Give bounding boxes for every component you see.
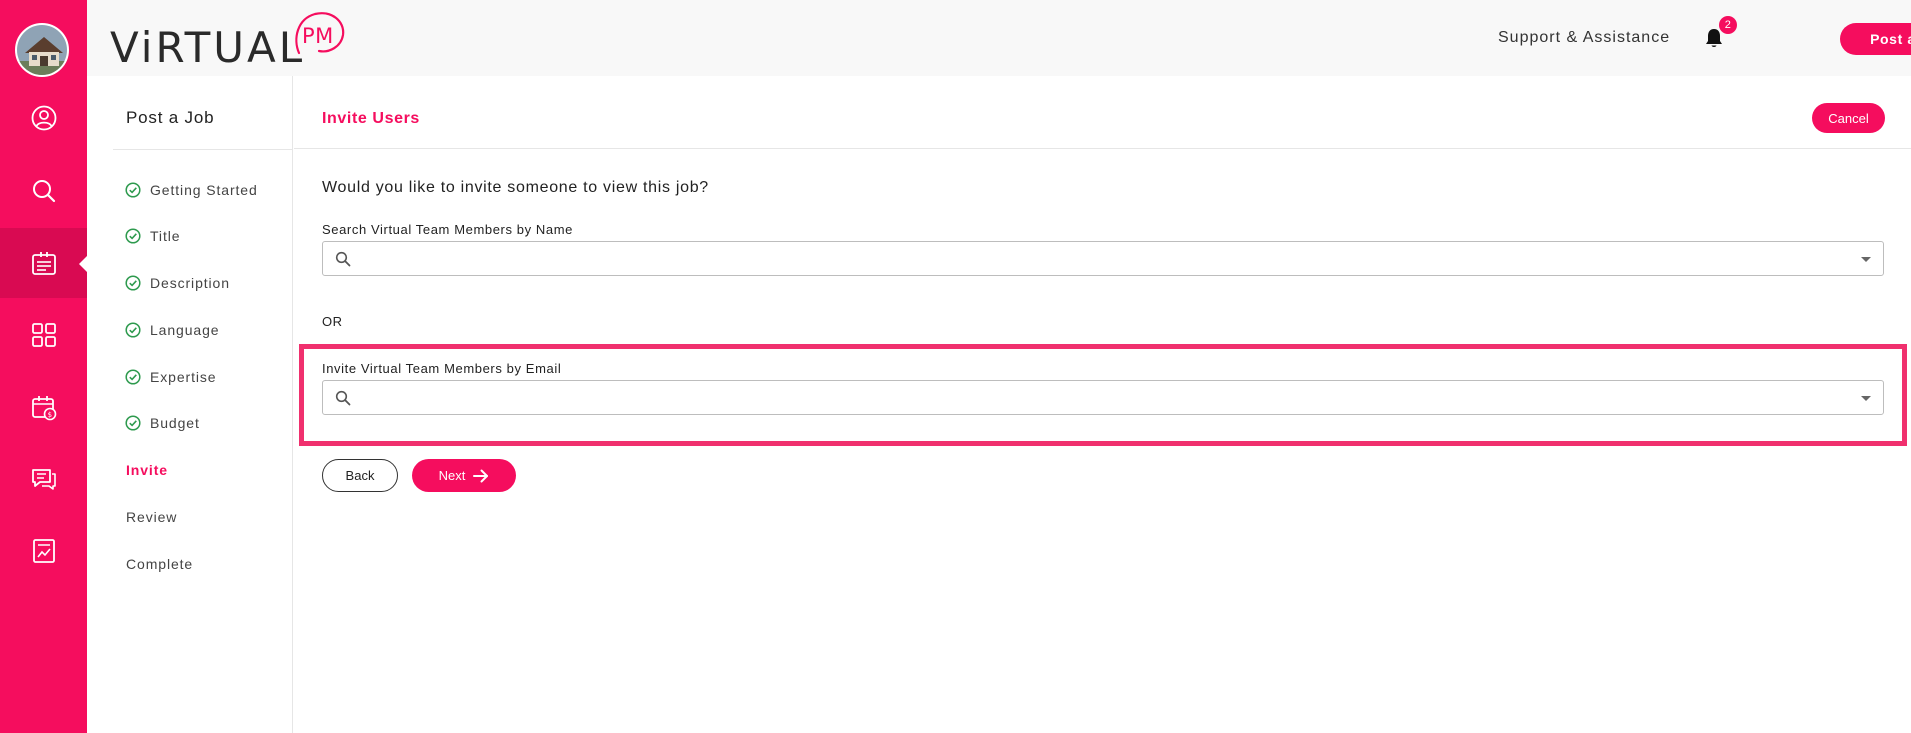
chat-icon <box>31 469 56 490</box>
search-icon <box>335 251 351 267</box>
top-header: ViRTUAL PM Support & Assistance 2 Post a… <box>87 0 1911 76</box>
search-by-name-label: Search Virtual Team Members by Name <box>322 222 574 237</box>
search-icon <box>335 390 351 406</box>
step-label: Budget <box>150 415 200 431</box>
arrow-right-icon <box>473 469 489 482</box>
next-button[interactable]: Next <box>412 459 516 492</box>
job-posting-icon <box>31 252 56 275</box>
rail-dashboard[interactable] <box>0 300 87 370</box>
step-label: Invite <box>126 462 168 478</box>
step-description[interactable]: Description <box>125 272 230 294</box>
grid-icon <box>31 323 56 347</box>
rail-billing[interactable]: $ <box>0 372 87 442</box>
left-rail: $ <box>0 0 87 733</box>
panel-divider <box>294 148 1911 149</box>
step-complete[interactable]: Complete <box>126 553 193 575</box>
or-separator: OR <box>322 314 343 329</box>
check-circle-icon <box>125 369 141 385</box>
step-language[interactable]: Language <box>125 319 220 341</box>
house-avatar-icon <box>17 25 67 75</box>
calendar-money-icon: $ <box>31 396 56 421</box>
chevron-down-icon[interactable] <box>1861 257 1871 262</box>
rail-reports[interactable] <box>0 516 87 586</box>
post-job-button[interactable]: Post a Job <box>1840 23 1911 55</box>
chevron-down-icon[interactable] <box>1861 396 1871 401</box>
avatar[interactable] <box>15 23 69 77</box>
step-label: Getting Started <box>150 182 258 198</box>
search-by-name-select[interactable] <box>322 241 1884 276</box>
report-icon <box>32 539 55 563</box>
rail-profile[interactable] <box>0 83 87 153</box>
step-label: Description <box>150 275 230 291</box>
step-budget[interactable]: Budget <box>125 412 200 434</box>
step-getting-started[interactable]: Getting Started <box>125 179 258 201</box>
check-circle-icon <box>125 182 141 198</box>
check-circle-icon <box>125 228 141 244</box>
step-label: Complete <box>126 556 194 572</box>
cancel-button[interactable]: Cancel <box>1812 103 1885 133</box>
rail-post-job[interactable] <box>0 228 87 298</box>
notification-badge: 2 <box>1719 16 1737 34</box>
rail-search[interactable] <box>0 156 87 226</box>
rail-messages[interactable] <box>0 444 87 514</box>
steps-title: Post a Job <box>126 108 215 127</box>
step-label: Expertise <box>150 369 217 385</box>
back-button[interactable]: Back <box>322 459 398 492</box>
logo-pm-text: PM <box>302 24 334 48</box>
invite-question: Would you like to invite someone to view… <box>322 179 709 196</box>
invite-by-email-select[interactable] <box>322 380 1884 415</box>
check-circle-icon <box>125 322 141 338</box>
step-label: Title <box>150 228 181 244</box>
steps-divider <box>113 149 293 150</box>
step-review[interactable]: Review <box>126 506 177 528</box>
step-invite[interactable]: Invite <box>126 459 168 481</box>
step-title[interactable]: Title <box>125 225 181 247</box>
invite-by-email-label: Invite Virtual Team Members by Email <box>322 361 562 376</box>
search-by-name-input[interactable] <box>363 246 1833 272</box>
invite-users-panel: Invite Users Cancel Would you like to in… <box>294 76 1911 733</box>
step-label: Review <box>126 509 178 525</box>
logo-pm-mark: PM <box>295 12 345 55</box>
step-label: Language <box>150 322 220 338</box>
user-icon <box>31 105 56 131</box>
next-button-label: Next <box>438 468 466 483</box>
steps-sidebar: Post a Job Getting Started Title Descrip… <box>87 76 293 733</box>
svg-text:$: $ <box>47 411 52 419</box>
support-link[interactable]: Support & Assistance <box>1498 29 1670 47</box>
search-icon <box>32 180 55 203</box>
step-expertise[interactable]: Expertise <box>125 366 217 388</box>
invite-by-email-input[interactable] <box>363 385 1833 411</box>
logo-wordmark: ViRTUAL <box>110 23 306 72</box>
check-circle-icon <box>125 415 141 431</box>
page-title: Invite Users <box>322 110 420 127</box>
check-circle-icon <box>125 275 141 291</box>
logo[interactable]: ViRTUAL PM <box>110 7 370 72</box>
